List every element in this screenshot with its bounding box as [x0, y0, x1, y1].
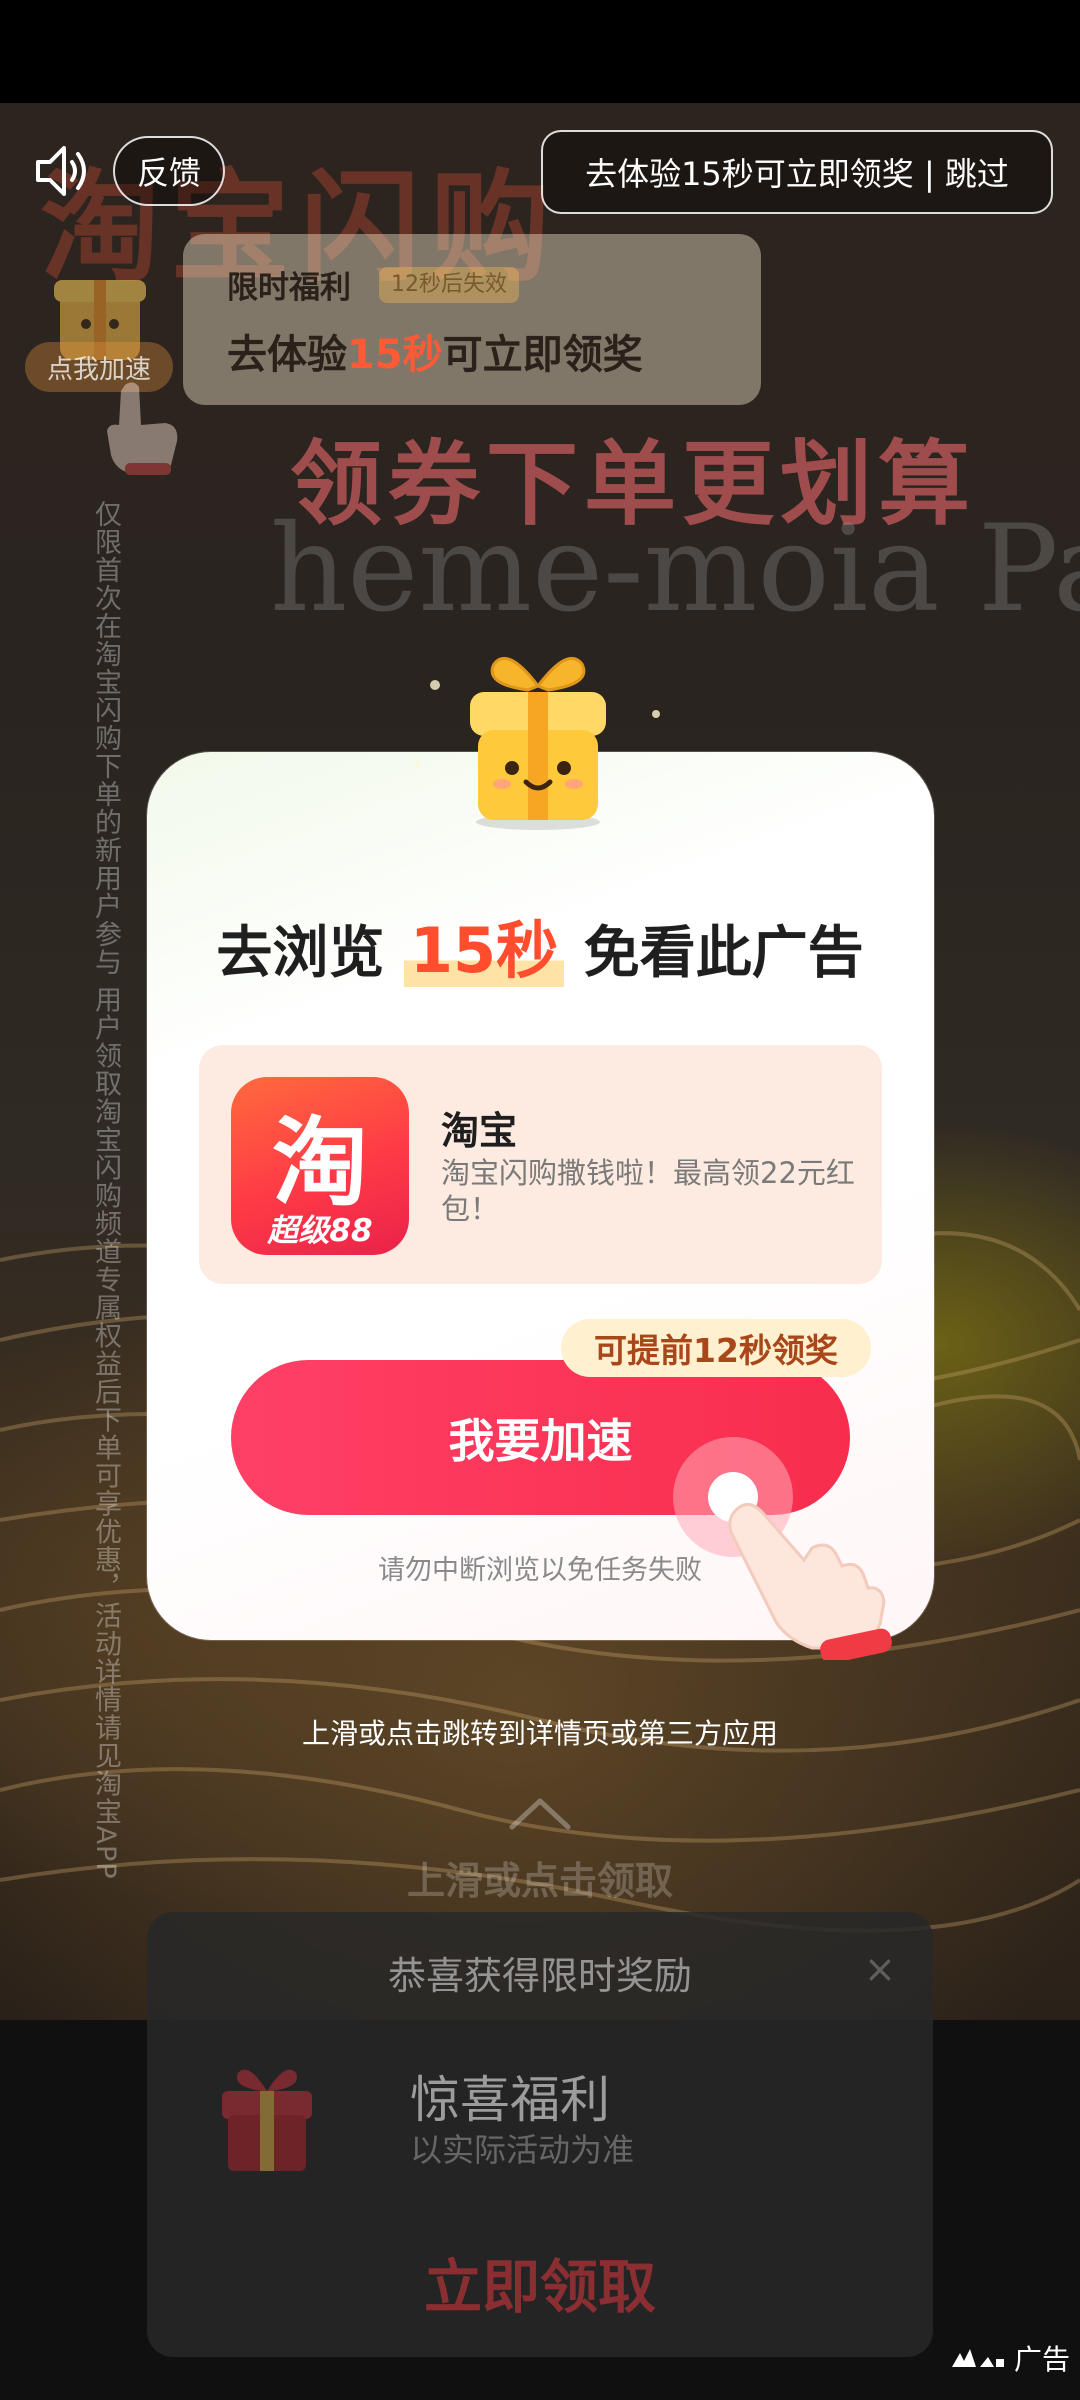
sparkle — [414, 760, 420, 766]
welfare-message-suffix: 可立即领奖 — [442, 332, 643, 378]
background-script-text: heme-moia Paris — [270, 500, 1080, 639]
vertical-disclaimer: 仅限首次在淘宝闪购下单的新用户参与 用户领取淘宝闪购频道专属权益后下单可享优惠，… — [90, 500, 121, 1880]
app-name: 淘宝 — [441, 1109, 518, 1153]
gift-box-icon — [470, 656, 606, 830]
taobao-app-icon: 淘 超级88 — [231, 1077, 409, 1255]
ad-network-logo-icon — [952, 2349, 1004, 2367]
jump-hint: 上滑或点击跳转到详情页或第三方应用 — [301, 1717, 778, 1750]
welfare-timer-badge: 12秒后失效 — [379, 267, 519, 303]
feedback-button[interactable]: 反馈 — [113, 136, 225, 206]
modal-title: 去浏览 15秒 免看此广告 — [0, 900, 1080, 990]
sparkle — [652, 710, 660, 718]
welfare-banner[interactable]: 限时福利 12秒后失效 去体验15秒可立即领奖 — [183, 234, 761, 405]
warning-text: 请勿中断浏览以免任务失败 — [378, 1555, 702, 1586]
reward-title: 恭喜获得限时奖励 — [387, 1954, 692, 1998]
ad-label-text: 广告 — [1014, 2343, 1071, 2376]
welfare-message-seconds: 15秒 — [347, 332, 443, 378]
welfare-message-prefix: 去体验 — [227, 332, 347, 378]
early-reward-tag: 可提前12秒领奖 — [561, 1319, 871, 1377]
modal-title-prefix: 去浏览 — [216, 921, 385, 986]
modal-title-suffix: 免看此广告 — [583, 921, 864, 986]
reward-subtitle: 以实际活动为准 — [410, 2131, 635, 2169]
chevron-up-icon — [509, 1798, 571, 1830]
app-icon-char: 淘 — [272, 1107, 368, 1219]
sound-icon[interactable] — [32, 140, 94, 202]
hand-pointer-icon — [107, 382, 178, 475]
modal-title-seconds: 15秒 — [403, 914, 565, 987]
tapping-hand-icon — [728, 1503, 892, 1660]
close-icon[interactable]: × — [864, 1947, 896, 1991]
welfare-message: 去体验15秒可立即领奖 — [227, 322, 643, 380]
app-icon-badge: 超级88 — [267, 1213, 373, 1249]
claim-button[interactable]: 立即领取 — [0, 2240, 1080, 2324]
swipe-hint[interactable]: 上滑或点击领取 — [0, 1850, 1080, 1905]
reward-name: 惊喜福利 — [410, 2071, 610, 2129]
welfare-title: 限时福利 — [227, 270, 351, 306]
sparkle — [430, 680, 440, 690]
app-description: 淘宝闪购撒钱啦！最高领22元红包！ — [441, 1156, 855, 1226]
red-gift-icon — [222, 2069, 312, 2171]
ad-label: 广告 — [940, 2335, 1080, 2381]
skip-button[interactable]: 去体验15秒可立即领奖 | 跳过 — [541, 130, 1053, 214]
app-card[interactable]: 淘 超级88 淘宝 淘宝闪购撒钱啦！最高领22元红包！ — [199, 1045, 882, 1284]
status-bar — [0, 0, 1080, 103]
